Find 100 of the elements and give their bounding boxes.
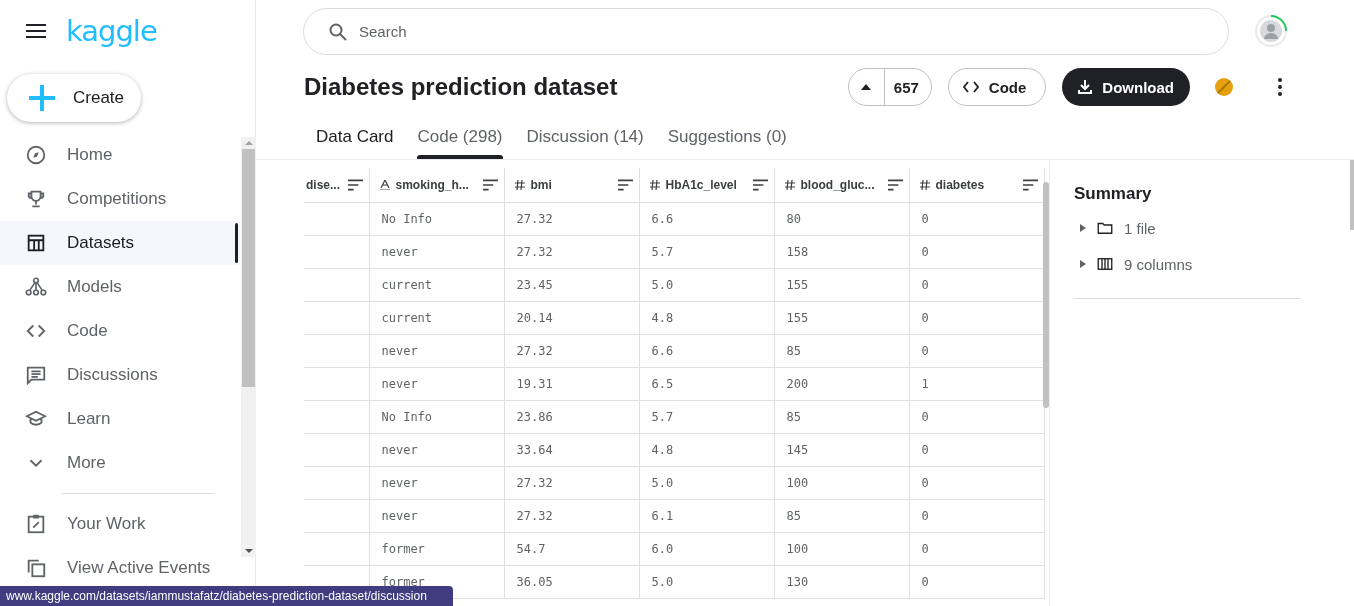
table-cell: never [369, 334, 504, 367]
text-type-icon [379, 179, 390, 190]
nav-item[interactable]: Competitions [0, 177, 240, 221]
hash-icon [514, 179, 525, 190]
expand-arrow-icon [1080, 224, 1086, 232]
code-icon [962, 81, 979, 93]
column-header[interactable]: bmi [504, 168, 639, 202]
expand-arrow-icon [1080, 260, 1086, 268]
table-cell: 27.32 [504, 202, 639, 235]
tab[interactable]: Code (298) [417, 114, 503, 159]
hash-icon [649, 179, 660, 190]
table-cell: 85 [774, 400, 909, 433]
nav-item[interactable]: Home [0, 133, 240, 177]
compass-icon [25, 144, 47, 166]
table-cell: 200 [774, 367, 909, 400]
table-cell: 54.7 [504, 532, 639, 565]
table-cell: 27.32 [504, 235, 639, 268]
sort-icon[interactable] [482, 178, 498, 191]
nav-item[interactable]: Datasets [0, 221, 240, 265]
upvote-button[interactable]: 657 [847, 68, 932, 106]
table-cell: never [369, 367, 504, 400]
table-cell: 80 [774, 202, 909, 235]
nav-item[interactable]: Learn [0, 397, 240, 441]
sort-icon[interactable] [752, 178, 768, 191]
dataset-title: Diabetes prediction dataset [304, 73, 619, 101]
status-url: www.kaggle.com/datasets/iammustafatz/diabetes-prediction-dataset/discussion [0, 586, 453, 606]
table-cell: 27.32 [504, 499, 639, 532]
column-header[interactable]: blood_gluc... [774, 168, 909, 202]
table-cell: 130 [774, 565, 909, 598]
table-cell: 23.86 [504, 400, 639, 433]
avatar[interactable] [1255, 15, 1287, 47]
summary-item[interactable]: 9 columns [1074, 246, 1330, 282]
column-header[interactable]: smoking_h... [369, 168, 504, 202]
medal-icon [1214, 77, 1234, 97]
code-button[interactable]: Code [947, 68, 1047, 106]
table-cell: 19.31 [504, 367, 639, 400]
summary-item[interactable]: 1 file [1074, 210, 1330, 246]
table-cell: 85 [774, 499, 909, 532]
table-cell: 158 [774, 235, 909, 268]
table-cell: 85 [774, 334, 909, 367]
table-cell: 0 [909, 466, 1044, 499]
table-cell: 0 [909, 532, 1044, 565]
column-header[interactable]: dise... [304, 168, 369, 202]
table-cell: 0 [909, 499, 1044, 532]
nav-item[interactable]: Your Work [0, 502, 240, 546]
column-header[interactable]: HbA1c_level [639, 168, 774, 202]
table-cell: 155 [774, 268, 909, 301]
table-cell: current [369, 268, 504, 301]
table-cell: 4.8 [639, 301, 774, 334]
sort-icon[interactable] [1022, 178, 1038, 191]
table-cell: never [369, 499, 504, 532]
table-cell: 5.0 [639, 268, 774, 301]
caret-up-icon [861, 84, 872, 90]
table-cell: 33.64 [504, 433, 639, 466]
table-cell: 4.8 [639, 433, 774, 466]
plus-icon [29, 85, 55, 111]
download-icon [1078, 80, 1093, 94]
tab[interactable]: Suggestions (0) [667, 114, 787, 159]
sort-icon[interactable] [887, 178, 903, 191]
copies-icon [25, 557, 47, 579]
nav-item[interactable]: Code [0, 309, 240, 353]
summary-heading: Summary [1074, 184, 1153, 204]
table-cell: 6.6 [639, 202, 774, 235]
nav-item[interactable]: Models [0, 265, 240, 309]
columns-icon [1096, 255, 1114, 273]
table-cell: 5.0 [639, 466, 774, 499]
scrollbar[interactable] [1043, 182, 1049, 408]
table-cell: 27.32 [504, 334, 639, 367]
table-cell: No Info [369, 400, 504, 433]
tab[interactable]: Data Card [316, 114, 394, 159]
hash-icon [784, 179, 795, 190]
table-cell: 6.0 [639, 532, 774, 565]
table-cell: 36.05 [504, 565, 639, 598]
table-cell: No Info [369, 202, 504, 235]
menu-icon[interactable] [26, 24, 46, 38]
download-button[interactable]: Download [1062, 68, 1190, 106]
network-icon [25, 276, 47, 298]
sort-icon[interactable] [347, 178, 363, 191]
table-cell: 0 [909, 433, 1044, 466]
table-cell: 145 [774, 433, 909, 466]
vote-count: 657 [892, 78, 920, 96]
tab[interactable]: Discussion (14) [526, 114, 644, 159]
table-icon [25, 232, 47, 254]
table-cell: current [369, 301, 504, 334]
nav-item[interactable]: More [0, 441, 240, 485]
table-cell: 100 [774, 532, 909, 565]
nav-item[interactable]: Discussions [0, 353, 240, 397]
chat-icon [25, 364, 47, 386]
table-cell: 0 [909, 565, 1044, 598]
table-cell: 6.5 [639, 367, 774, 400]
table-cell: 6.6 [639, 334, 774, 367]
trophy-icon [25, 188, 47, 210]
table-cell: never [369, 466, 504, 499]
sort-icon[interactable] [617, 178, 633, 191]
table-cell: 5.7 [639, 235, 774, 268]
scrollbar[interactable] [241, 137, 256, 557]
search-field[interactable]: Search [303, 7, 1229, 55]
table-cell: never [369, 235, 504, 268]
create-button[interactable]: Create [7, 74, 141, 122]
scrollbar[interactable] [1350, 160, 1354, 230]
